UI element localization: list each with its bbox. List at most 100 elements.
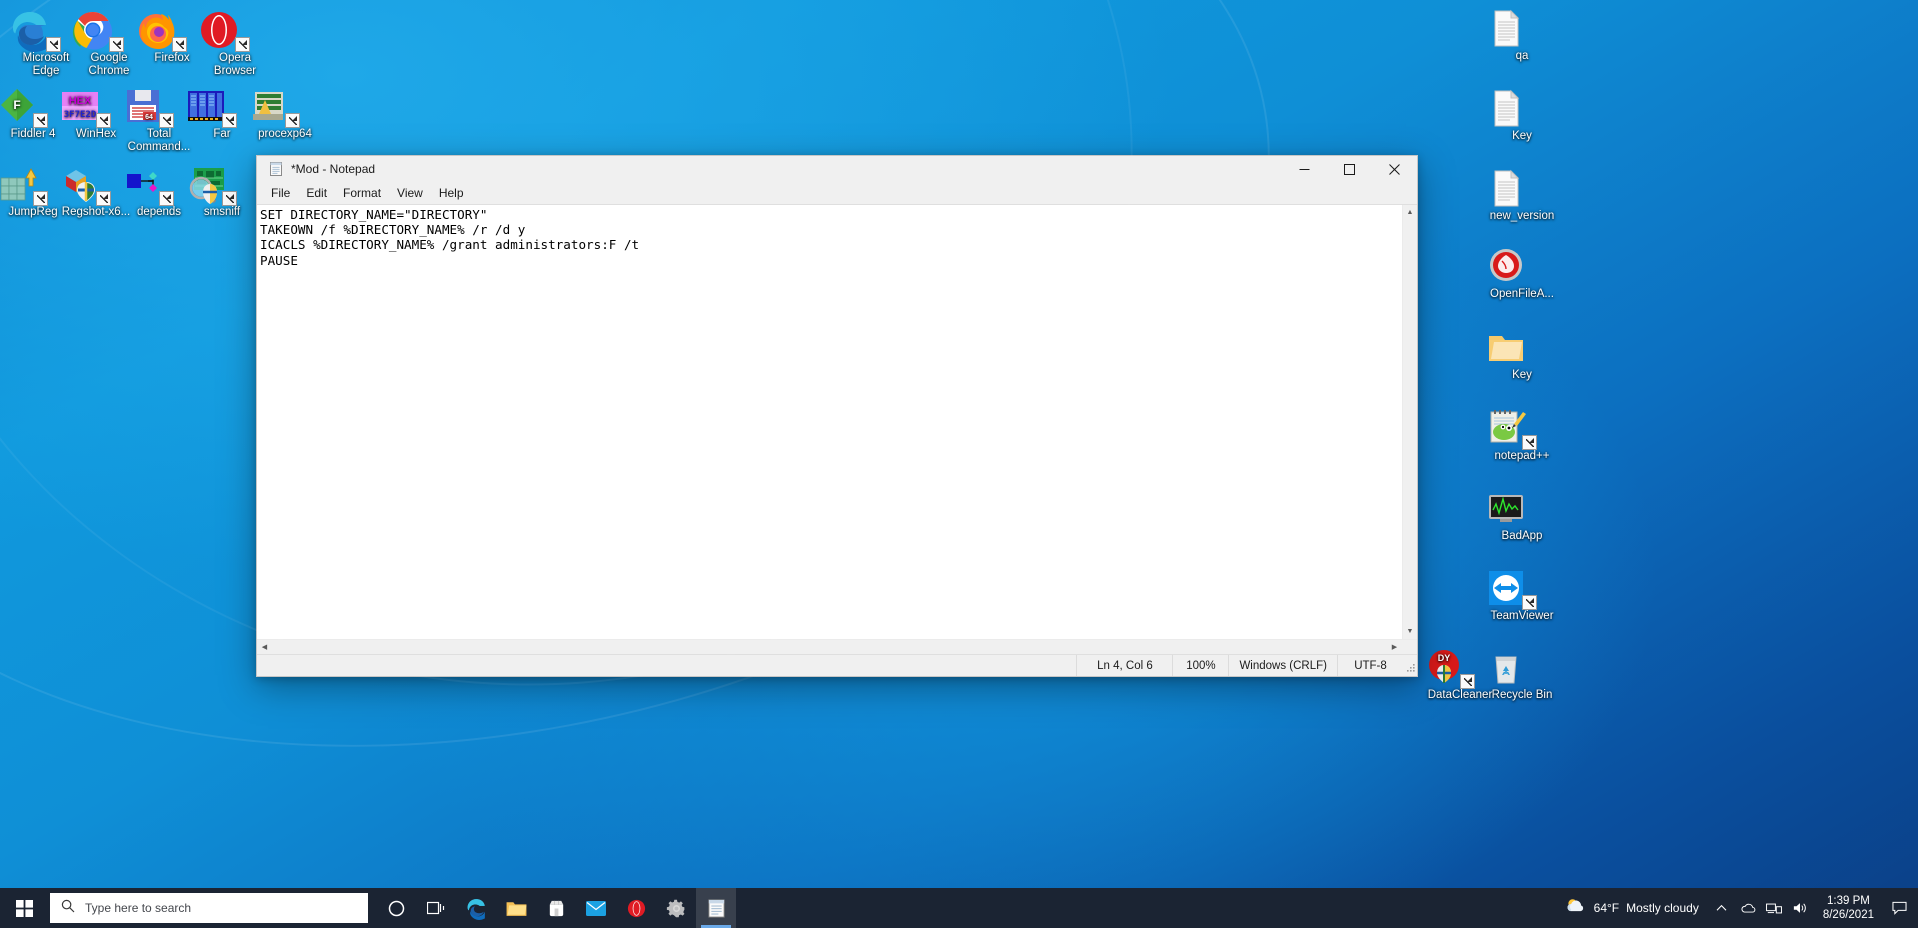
taskbar-notepad-button[interactable] — [696, 888, 736, 928]
status-encoding[interactable]: UTF-8 — [1337, 655, 1403, 676]
status-zoom-level[interactable]: 100% — [1172, 655, 1228, 676]
menu-help[interactable]: Help — [431, 184, 472, 202]
taskbar-file-explorer-button[interactable] — [496, 888, 536, 928]
desktop-icon-label: new_version — [1484, 210, 1560, 223]
onedrive-icon[interactable] — [1735, 888, 1761, 928]
desktop-icon-qa[interactable]: qa — [1484, 6, 1560, 63]
desktop-icon-key-folder[interactable]: Key — [1484, 325, 1560, 382]
network-icon[interactable] — [1761, 888, 1787, 928]
desktop-icon-opera-browser[interactable]: Opera Browser — [197, 8, 273, 78]
desktop-icon-procexp64[interactable]: procexp64 — [247, 84, 323, 141]
menu-edit[interactable]: Edit — [298, 184, 335, 202]
shortcut-overlay-icon — [222, 191, 237, 206]
show-hidden-icons-button[interactable] — [1709, 888, 1735, 928]
desktop-icon-badapp[interactable]: BadApp — [1484, 486, 1560, 543]
menu-file[interactable]: File — [263, 184, 298, 202]
desktop-icon-datacleaner[interactable]: DY DataCleaner — [1422, 645, 1498, 702]
shortcut-overlay-icon — [33, 113, 48, 128]
svg-text:64: 64 — [145, 114, 153, 121]
desktop-icon-label: BadApp — [1484, 530, 1560, 543]
desktop-icon-label: Opera Browser — [197, 52, 273, 78]
svg-text:F: F — [13, 98, 20, 112]
status-line-endings[interactable]: Windows (CRLF) — [1228, 655, 1337, 676]
weather-widget[interactable]: 64°F Mostly cloudy — [1557, 888, 1709, 928]
desktop-icon-teamviewer[interactable]: TeamViewer — [1484, 566, 1560, 623]
taskbar-mail-button[interactable] — [576, 888, 616, 928]
shortcut-overlay-icon — [159, 113, 174, 128]
notepad-status-bar: Ln 4, Col 6 100% Windows (CRLF) UTF-8 — [257, 654, 1417, 676]
desktop[interactable]: Microsoft Edge Google Chrome — [0, 0, 1918, 928]
desktop-icon-label: OpenFileA... — [1484, 288, 1560, 301]
speaker-icon[interactable] — [1787, 888, 1813, 928]
resize-grip-icon[interactable] — [1403, 655, 1417, 676]
shortcut-overlay-icon — [33, 191, 48, 206]
desktop-icon-label: TeamViewer — [1484, 610, 1560, 623]
vertical-scrollbar[interactable]: ▲ ▼ — [1402, 205, 1417, 639]
notepad-body: SET DIRECTORY_NAME="DIRECTORY" TAKEOWN /… — [257, 204, 1417, 639]
desktop-icon-label: smsniff — [184, 206, 260, 219]
clock-date: 8/26/2021 — [1823, 908, 1874, 922]
svg-text:3F7E2D: 3F7E2D — [64, 110, 97, 120]
clock[interactable]: 1:39 PM 8/26/2021 — [1813, 888, 1886, 928]
horizontal-scrollbar[interactable]: ◀ ▶ — [257, 639, 1417, 654]
shortcut-overlay-icon — [1522, 595, 1537, 610]
notepad-menubar[interactable]: File Edit Format View Help — [257, 182, 1417, 204]
maximize-button[interactable] — [1327, 156, 1372, 182]
taskbar[interactable]: Type here to search — [0, 888, 1918, 928]
folder-icon — [1484, 325, 1560, 369]
taskbar-opera-button[interactable] — [616, 888, 656, 928]
svg-text:HEX: HEX — [69, 95, 92, 107]
shortcut-overlay-icon — [1522, 435, 1537, 450]
scroll-up-arrow-icon[interactable]: ▲ — [1403, 205, 1418, 220]
smsniff-icon — [184, 162, 260, 206]
taskbar-microsoft-store-button[interactable] — [536, 888, 576, 928]
desktop-icon-smsniff[interactable]: smsniff — [184, 162, 260, 219]
notepad-icon — [268, 161, 284, 177]
taskbar-edge-button[interactable] — [456, 888, 496, 928]
process-explorer-icon — [247, 84, 323, 128]
shortcut-overlay-icon — [159, 191, 174, 206]
notepad-window[interactable]: *Mod - Notepad File Edit Format View Hel… — [256, 155, 1418, 677]
notepad-text-area[interactable]: SET DIRECTORY_NAME="DIRECTORY" TAKEOWN /… — [257, 205, 1402, 639]
shortcut-overlay-icon — [285, 113, 300, 128]
desktop-icon-label: DataCleaner — [1422, 689, 1498, 702]
shortcut-overlay-icon — [222, 113, 237, 128]
desktop-icon-label: Key — [1484, 369, 1560, 382]
minimize-button[interactable] — [1282, 156, 1327, 182]
text-file-icon — [1484, 166, 1560, 210]
opera-icon — [197, 8, 273, 52]
search-input[interactable]: Type here to search — [50, 893, 368, 923]
close-button[interactable] — [1372, 156, 1417, 182]
scroll-right-arrow-icon[interactable]: ▶ — [1387, 640, 1402, 655]
menu-view[interactable]: View — [389, 184, 431, 202]
notifications-button[interactable] — [1886, 888, 1912, 928]
text-file-icon — [1484, 6, 1560, 50]
search-icon — [61, 899, 75, 918]
taskbar-settings-button[interactable] — [656, 888, 696, 928]
task-view-button[interactable] — [416, 888, 456, 928]
notepad-titlebar[interactable]: *Mod - Notepad — [257, 156, 1417, 182]
openfiles-icon — [1484, 244, 1560, 288]
taskbar-app-buttons — [376, 888, 736, 928]
scroll-left-arrow-icon[interactable]: ◀ — [257, 640, 272, 655]
desktop-icon-new-version[interactable]: new_version — [1484, 166, 1560, 223]
desktop-icon-key-file[interactable]: Key — [1484, 86, 1560, 143]
text-file-icon — [1484, 86, 1560, 130]
scroll-down-arrow-icon[interactable]: ▼ — [1403, 624, 1418, 639]
notepadpp-icon — [1484, 406, 1560, 450]
cortana-button[interactable] — [376, 888, 416, 928]
shortcut-overlay-icon — [46, 37, 61, 52]
desktop-icon-label: qa — [1484, 50, 1560, 63]
desktop-icon-notepadpp[interactable]: notepad++ — [1484, 406, 1560, 463]
shortcut-overlay-icon — [96, 191, 111, 206]
show-desktop-button[interactable] — [1912, 888, 1918, 928]
partly-cloudy-icon — [1565, 897, 1587, 920]
menu-format[interactable]: Format — [335, 184, 389, 202]
shortcut-overlay-icon — [96, 113, 111, 128]
weather-condition: Mostly cloudy — [1626, 901, 1699, 915]
shortcut-overlay-icon — [109, 37, 124, 52]
desktop-icon-label: notepad++ — [1484, 450, 1560, 463]
start-button[interactable] — [0, 888, 48, 928]
desktop-icon-openfilesview[interactable]: OpenFileA... — [1484, 244, 1560, 301]
desktop-icon-label: procexp64 — [247, 128, 323, 141]
